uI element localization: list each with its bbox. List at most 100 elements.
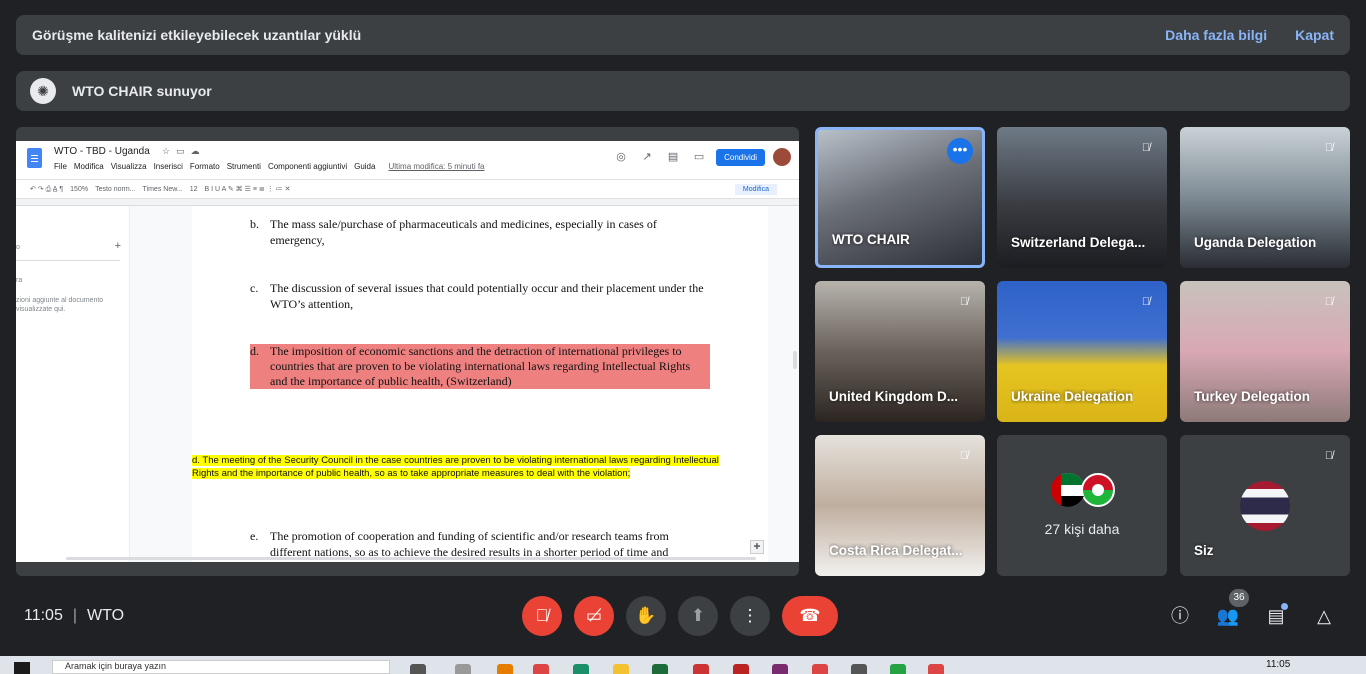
menu-formato: Formato [189, 162, 220, 171]
participant-name: Ukraine Delegation [1011, 389, 1134, 404]
presenter-label: WTO CHAIR sunuyor [72, 83, 212, 99]
menu-visualizza: Visualizza [110, 162, 147, 171]
participant-tile-self[interactable]: 🎙̸ Siz [1180, 435, 1350, 576]
participant-name: Switzerland Delega... [1011, 235, 1146, 250]
item-text: The mass sale/purchase of pharmaceutical… [270, 217, 657, 247]
app-icon[interactable] [772, 664, 788, 674]
list-item: c. The discussion of several issues that… [250, 280, 710, 312]
participant-name: United Kingdom D... [829, 389, 958, 404]
mic-off-icon: 🎙̸ [1141, 142, 1151, 154]
participant-tile-switzerland[interactable]: 🎙̸ Switzerland Delega... [997, 127, 1167, 268]
doc-toolbar: ↶ ↷ ⎙ A̲ ¶ 150% Testo norm... Times New.… [16, 179, 799, 199]
doc-right-controls: ◎ ↗ ▤ ▭ Condividi [612, 148, 791, 166]
windows-start-icon[interactable] [14, 662, 30, 674]
item-letter: e. [250, 529, 259, 543]
more-people-count: 27 kişi daha [1044, 521, 1120, 537]
present-button[interactable]: ⬆ [678, 596, 718, 636]
chrome-icon[interactable] [533, 664, 549, 674]
app-icon[interactable] [693, 664, 709, 674]
participant-name: Uganda Delegation [1194, 235, 1317, 250]
windows-taskbar: Aramak için buraya yazın 11:05 [0, 656, 1366, 674]
participant-name: Turkey Delegation [1194, 389, 1311, 404]
activity-icon: ↗ [642, 151, 652, 163]
doc-title: WTO - TBD - Uganda [54, 146, 150, 157]
participant-tile-uganda[interactable]: 🎙̸ Uganda Delegation [1180, 127, 1350, 268]
camera-off-icon: ▭̸ [585, 606, 603, 625]
info-icon[interactable]: ⓘ [1168, 604, 1192, 628]
edge-icon[interactable] [573, 664, 589, 674]
mic-off-icon: 🎙̸ [1141, 296, 1151, 308]
doc-menu: File Modifica Visualizza Inserisci Forma… [54, 162, 485, 171]
docs-logo-icon [27, 148, 42, 168]
participant-name: Siz [1194, 543, 1214, 558]
close-banner-link[interactable]: Kapat [1295, 27, 1334, 43]
app-icon[interactable] [652, 664, 668, 674]
meeting-code: WTO [87, 607, 125, 624]
more-participants-tile[interactable]: 27 kişi daha [997, 435, 1167, 576]
zoom-select: 150% [70, 185, 89, 193]
star-folder-cloud-icons: ☆▭☁ [162, 146, 206, 156]
item-letter: b. [250, 217, 259, 231]
yellow-text: d. The meeting of the Security Council i… [192, 455, 719, 479]
presenter-bar: ✺ WTO CHAIR sunuyor [16, 71, 1350, 111]
add-outline-icon: + [114, 240, 121, 252]
office-icon[interactable] [733, 664, 749, 674]
participant-tile-wto-chair[interactable]: ••• WTO CHAIR [815, 127, 985, 268]
whatsapp-icon[interactable] [890, 664, 906, 674]
comment-icon: ▤ [667, 151, 679, 163]
more-options-button[interactable]: ⋮ [730, 596, 770, 636]
raise-hand-button[interactable]: ✋ [626, 596, 666, 636]
mic-toggle-button[interactable]: 🎙̸ [522, 596, 562, 636]
more-vert-icon: ⋮ [741, 606, 759, 625]
font-select: Times New... [142, 185, 183, 193]
meeting-time: 11:05 | WTO [24, 607, 124, 625]
taskbar-clock: 11:05 [1266, 659, 1291, 670]
font-size: 12 [189, 185, 198, 193]
banner-message: Görüşme kalitenizi etkileyebilecek uzant… [32, 27, 362, 43]
participant-tile-costa-rica[interactable]: 🎙̸ Costa Rica Delegat... [815, 435, 985, 576]
people-count-badge: 36 [1229, 589, 1249, 607]
horizontal-scrollbar [66, 557, 756, 560]
ruler [16, 199, 799, 206]
explorer-icon[interactable] [613, 664, 629, 674]
flag-avatars [1051, 473, 1121, 509]
mic-off-icon: 🎙̸ [959, 450, 969, 462]
yellow-highlight-paragraph: d. The meeting of the Security Council i… [192, 454, 722, 480]
settings-icon[interactable] [851, 664, 867, 674]
undo-redo-icons: ↶ ↷ ⎙ A̲ ¶ [30, 185, 64, 193]
menu-file: File [54, 162, 67, 171]
chat-notification-dot [1281, 603, 1288, 610]
item-text: The imposition of economic sanctions and… [270, 344, 710, 389]
list-item: e. The promotion of cooperation and fund… [250, 528, 710, 560]
leave-call-button[interactable]: ☎ [782, 596, 838, 636]
participant-tile-ukraine[interactable]: 🎙̸ Ukraine Delegation [997, 281, 1167, 422]
item-letter: c. [250, 281, 259, 295]
present-icon: ⬆ [690, 606, 706, 625]
doc-outline: o + ra zioni aggiunte al documento visua… [16, 206, 130, 562]
doc-page-area: b. The mass sale/purchase of pharmaceuti… [130, 206, 799, 562]
menu-modifica: Modifica [73, 162, 104, 171]
participant-tile-turkey[interactable]: 🎙̸ Turkey Delegation [1180, 281, 1350, 422]
vertical-scrollbar [793, 351, 797, 369]
item-text: The discussion of several issues that co… [270, 281, 704, 311]
app-icon[interactable] [497, 664, 513, 674]
chrome-icon[interactable] [928, 664, 944, 674]
more-options-icon[interactable]: ••• [947, 138, 973, 164]
extensions-banner: Görüşme kalitenizi etkileyebilecek uzant… [16, 15, 1350, 55]
people-icon[interactable]: 👥 [1216, 604, 1240, 628]
task-view-icon[interactable] [410, 664, 426, 674]
mic-off-icon: 🎙̸ [1324, 142, 1334, 154]
last-edit-link: Ultima modifica: 5 minuti fa [388, 162, 485, 171]
outline-hint: zioni aggiunte al documento visualizzate… [16, 297, 104, 313]
doc-title-bar: WTO - TBD - Uganda ☆▭☁ File Modifica Vis… [16, 141, 799, 179]
outline-heading: o [16, 244, 20, 251]
participant-tile-united-kingdom[interactable]: 🎙̸ United Kingdom D... [815, 281, 985, 422]
chrome-icon[interactable] [812, 664, 828, 674]
edit-mode-select: Modifica [734, 183, 777, 195]
hangup-icon: ☎ [799, 606, 821, 625]
taskbar-search[interactable]: Aramak için buraya yazın [52, 660, 390, 674]
activities-icon[interactable]: △ [1312, 604, 1336, 628]
camera-toggle-button[interactable]: ▭̸ [574, 596, 614, 636]
more-info-link[interactable]: Daha fazla bilgi [1165, 27, 1267, 43]
app-icon[interactable] [455, 664, 471, 674]
